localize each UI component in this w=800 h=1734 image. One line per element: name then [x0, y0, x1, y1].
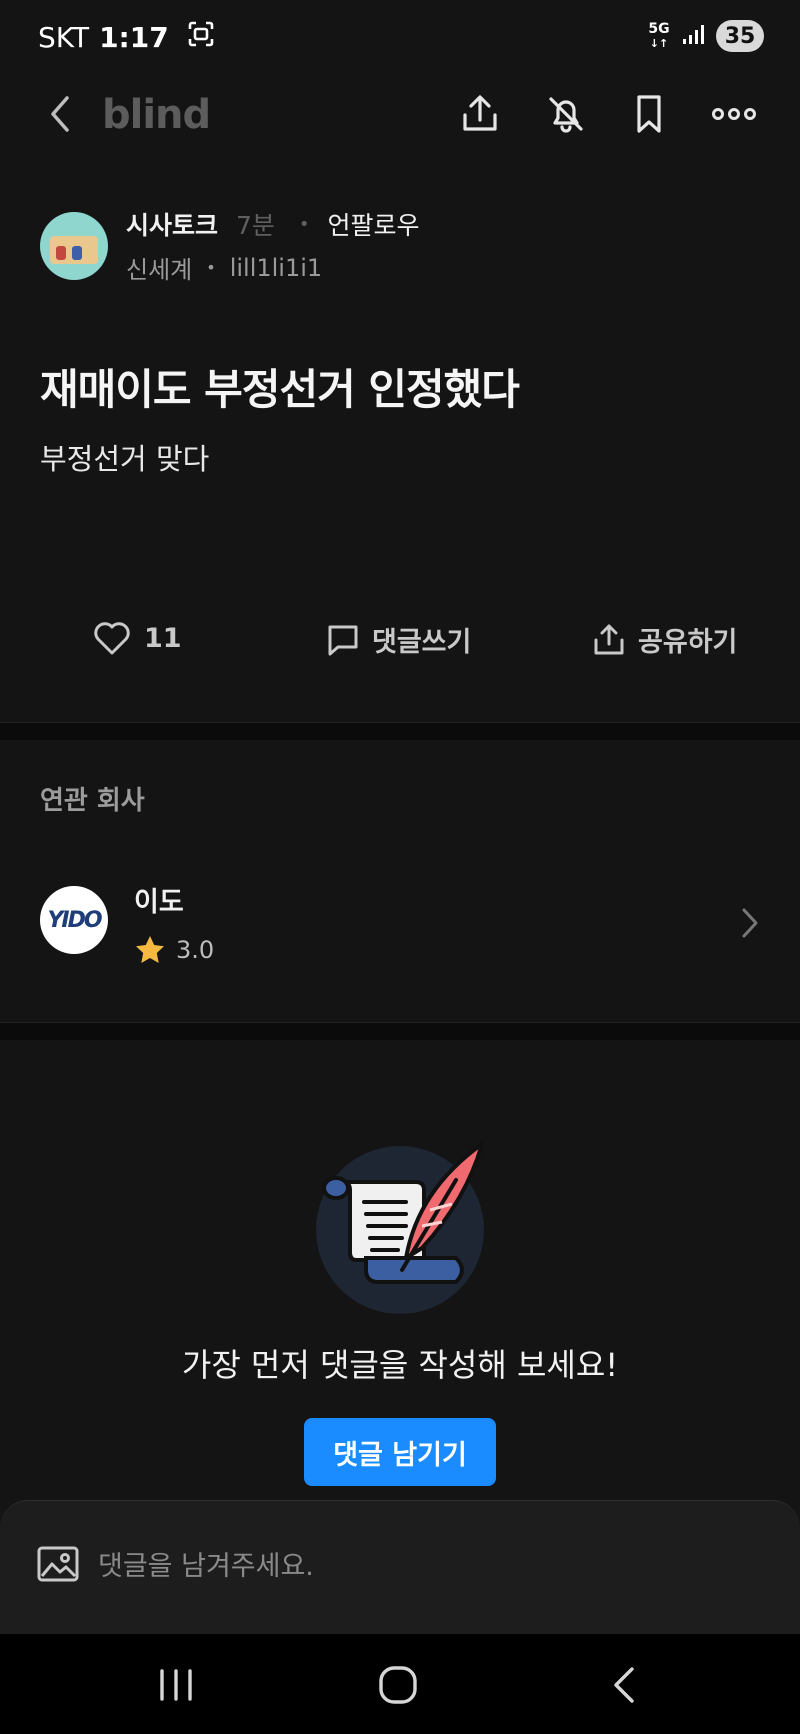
leave-comment-button[interactable]: 댓글 남기기 — [304, 1418, 496, 1486]
share-icon — [594, 624, 624, 654]
home-button[interactable] — [368, 1660, 428, 1710]
notification-off-button[interactable] — [538, 86, 594, 142]
status-bar: SKT 1:17 5G ↓↑ 35 — [0, 0, 800, 76]
share-button[interactable] — [452, 86, 508, 142]
comment-input-bar — [0, 1500, 800, 1634]
recent-apps-icon — [160, 1669, 192, 1701]
empty-comments-section: 가장 먼저 댓글을 작성해 보세요! 댓글 남기기 — [0, 1040, 800, 1500]
image-attach-icon[interactable] — [36, 1545, 80, 1587]
post-body: 부정선거 맞다 — [40, 442, 210, 476]
blind-logo: blind — [102, 92, 211, 138]
unfollow-button[interactable]: 언팔로우 — [328, 206, 420, 242]
share-icon — [463, 95, 497, 131]
like-button[interactable]: 11 — [92, 620, 182, 656]
system-navigation-bar — [0, 1634, 800, 1734]
back-icon — [614, 1667, 634, 1703]
more-horizontal-icon — [712, 108, 756, 120]
network-label: 5G ↓↑ — [648, 20, 670, 50]
rating-value: 3.0 — [176, 936, 215, 964]
write-comment-label: 댓글쓰기 — [372, 627, 472, 658]
clock: 1:17 — [99, 21, 169, 54]
share-action[interactable]: 공유하기 — [592, 620, 737, 659]
bookmark-icon — [637, 95, 661, 133]
company-rating: 3.0 — [134, 934, 214, 966]
carrier-label: SKT — [38, 21, 90, 54]
section-divider — [0, 1022, 800, 1040]
bookmark-button[interactable] — [621, 86, 677, 142]
related-company-section: 연관 회사 YIDO 이도 3.0 — [0, 740, 800, 1038]
system-back-button[interactable] — [594, 1660, 654, 1710]
post-title: 재매이도 부정선거 인정했다 — [40, 365, 520, 414]
post-actions: 11 댓글쓰기 공유하기 — [0, 620, 800, 678]
related-heading: 연관 회사 — [40, 786, 145, 816]
bell-off-icon — [549, 97, 583, 133]
chevron-right-icon — [740, 906, 760, 944]
separator-dot: • — [298, 213, 310, 235]
author-company: 신세계 — [126, 256, 193, 284]
author-info: 시사토크 7분 • 언팔로우 신세계 • lill1li1i1 — [40, 206, 760, 286]
battery-indicator: 35 — [716, 20, 764, 52]
author-nickname: lill1li1i1 — [229, 253, 323, 282]
empty-comments-message: 가장 먼저 댓글을 작성해 보세요! — [181, 1346, 619, 1384]
heart-icon — [94, 622, 130, 655]
separator-dot: • — [206, 258, 216, 277]
signal-icon — [682, 23, 706, 49]
screenshot-icon — [187, 20, 215, 55]
board-avatar[interactable] — [40, 212, 108, 280]
star-icon — [136, 936, 164, 963]
top-nav: blind — [0, 76, 800, 156]
scroll-quill-icon — [306, 1130, 496, 1320]
home-icon — [379, 1666, 417, 1704]
board-name[interactable]: 시사토크 — [126, 206, 218, 242]
section-divider — [0, 722, 800, 740]
company-row[interactable]: YIDO 이도 3.0 — [40, 880, 760, 990]
company-name: 이도 — [134, 887, 184, 918]
comment-input[interactable] — [98, 1541, 718, 1591]
post-time: 7분 — [236, 211, 275, 240]
write-comment-action[interactable]: 댓글쓰기 — [326, 620, 471, 659]
recent-apps-button[interactable] — [146, 1660, 206, 1710]
comment-icon — [328, 625, 358, 655]
like-count: 11 — [144, 622, 182, 654]
company-logo: YIDO — [40, 886, 108, 954]
more-options-button[interactable] — [706, 86, 762, 142]
back-arrow-icon — [51, 96, 69, 132]
back-button[interactable] — [32, 86, 88, 142]
share-label: 공유하기 — [638, 627, 738, 658]
